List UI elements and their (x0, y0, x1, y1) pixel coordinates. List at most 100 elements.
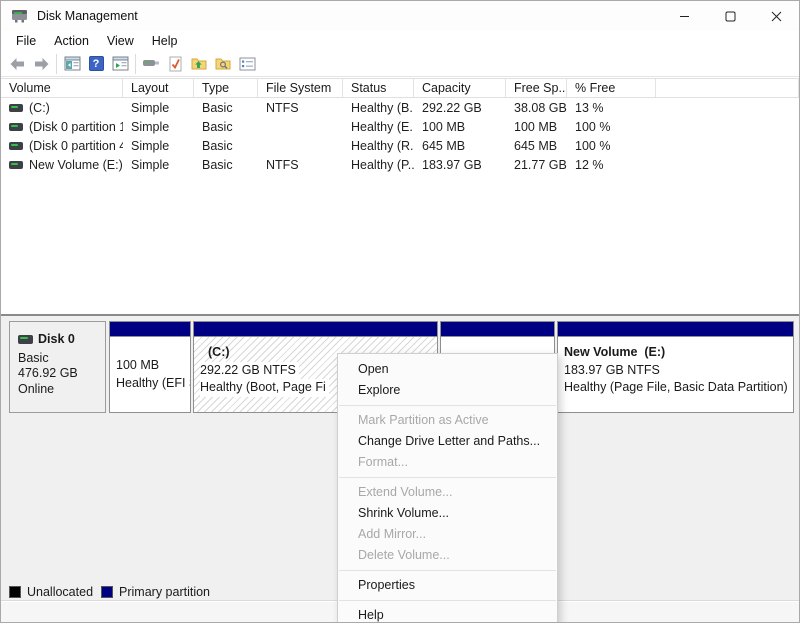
folder-search-button[interactable] (211, 53, 235, 75)
cell-pct_free: 100 % (567, 139, 656, 153)
maximize-button[interactable] (707, 1, 753, 31)
back-button[interactable] (5, 53, 29, 75)
show-action-pane-button[interactable] (108, 53, 132, 75)
volume-icon (9, 123, 23, 131)
cell-status: Healthy (P... (343, 158, 414, 172)
disk-status: Online (18, 382, 101, 398)
app-icon (11, 9, 29, 23)
close-button[interactable] (753, 1, 799, 31)
minimize-icon (679, 11, 690, 22)
menu-separator (339, 405, 556, 406)
legend-label: Primary partition (119, 585, 210, 599)
column-header-layout[interactable]: Layout (123, 79, 194, 97)
menubar-item-action[interactable]: Action (45, 32, 98, 50)
check-disk-button[interactable] (163, 53, 187, 75)
cell-status: Healthy (E... (343, 120, 414, 134)
partition-color-strip (110, 322, 190, 337)
column-header-free-sp-[interactable]: Free Sp... (506, 79, 567, 97)
partition-color-strip (194, 322, 437, 337)
cell-file_system: NTFS (258, 158, 343, 172)
column-header-type[interactable]: Type (194, 79, 258, 97)
help-button[interactable]: ? (84, 53, 108, 75)
partition-color-strip (441, 322, 554, 337)
partition-color-strip (558, 322, 793, 337)
context-menu-item-properties[interactable]: Properties (338, 575, 557, 596)
cell-volume: New Volume (E:) (1, 158, 123, 172)
cell-layout: Simple (123, 120, 194, 134)
context-menu: OpenExploreMark Partition as ActiveChang… (337, 353, 558, 623)
properties-list-icon (239, 57, 256, 71)
forward-button[interactable] (29, 53, 53, 75)
column-header-volume[interactable]: Volume (1, 79, 123, 97)
table-row[interactable]: New Volume (E:)SimpleBasicNTFSHealthy (P… (1, 155, 799, 174)
column-header-file-system[interactable]: File System (258, 79, 343, 97)
partition-body: 100 MBHealthy (EFI Sy (110, 337, 190, 412)
show-console-tree-button[interactable] (60, 53, 84, 75)
volume-list-header: VolumeLayoutTypeFile SystemStatusCapacit… (1, 78, 799, 98)
menu-separator (339, 570, 556, 571)
column-header-blank[interactable] (656, 79, 799, 97)
cell-pct_free: 13 % (567, 101, 656, 115)
context-menu-item-add-mirror: Add Mirror... (338, 524, 557, 545)
menubar-item-help[interactable]: Help (143, 32, 187, 50)
disk-management-window: Disk Management FileActionViewHelp (0, 0, 800, 623)
disk-title: Disk 0 (18, 332, 101, 348)
cell-pct_free: 12 % (567, 158, 656, 172)
context-menu-item-shrink-volume[interactable]: Shrink Volume... (338, 503, 557, 524)
volume-label: (C:) (29, 101, 50, 115)
column-header-capacity[interactable]: Capacity (414, 79, 506, 97)
partition-size: 100 MB (116, 357, 188, 375)
volume-label: (Disk 0 partition 1) (29, 120, 123, 134)
partition-status: Healthy (Page File, Basic Data Partition… (564, 379, 791, 397)
legend-label: Unallocated (27, 585, 93, 599)
table-row[interactable]: (Disk 0 partition 1)SimpleBasic Healthy (… (1, 117, 799, 136)
legend-swatch (101, 586, 113, 598)
cell-free_space: 645 MB (506, 139, 567, 153)
disk-size: 476.92 GB (18, 366, 101, 382)
cell-volume: (Disk 0 partition 4) (1, 139, 123, 153)
volume-icon (9, 142, 23, 150)
maximize-icon (725, 11, 736, 22)
volume-label: New Volume (E:) (29, 158, 123, 172)
partition-status: Healthy (EFI Sy (116, 375, 188, 393)
minimize-button[interactable] (661, 1, 707, 31)
volume-label: (Disk 0 partition 4) (29, 139, 123, 153)
folder-up-button[interactable] (187, 53, 211, 75)
legend-item-primary-partition: Primary partition (101, 585, 210, 599)
cell-capacity: 645 MB (414, 139, 506, 153)
close-icon (771, 11, 782, 22)
help-icon: ? (89, 56, 104, 71)
partition-block-0[interactable]: 100 MBHealthy (EFI Sy (109, 321, 191, 413)
column-header-%-free[interactable]: % Free (567, 79, 656, 97)
disk-0-header[interactable]: Disk 0 Basic 476.92 GB Online (9, 321, 106, 413)
table-row[interactable]: (Disk 0 partition 4)SimpleBasicHealthy (… (1, 136, 799, 155)
properties-list-button[interactable] (235, 53, 259, 75)
toolbar: ? (1, 51, 799, 77)
menubar-item-file[interactable]: File (7, 32, 45, 50)
context-menu-item-help[interactable]: Help (338, 605, 557, 623)
folder-up-icon (191, 56, 208, 71)
cell-capacity: 292.22 GB (414, 101, 506, 115)
cell-free_space: 38.08 GB (506, 101, 567, 115)
device-button[interactable] (139, 53, 163, 75)
cell-layout: Simple (123, 101, 194, 115)
menu-separator (339, 477, 556, 478)
cell-free_space: 21.77 GB (506, 158, 567, 172)
console-tree-icon (64, 56, 81, 71)
partition-body: New Volume (E:)183.97 GB NTFSHealthy (Pa… (558, 337, 793, 412)
cell-capacity: 100 MB (414, 120, 506, 134)
column-header-status[interactable]: Status (343, 79, 414, 97)
partition-new-volume-e-[interactable]: New Volume (E:)183.97 GB NTFSHealthy (Pa… (557, 321, 794, 413)
table-row[interactable]: (C:)SimpleBasicNTFSHealthy (B...292.22 G… (1, 98, 799, 117)
cell-type: Basic (194, 120, 258, 134)
disk-icon (18, 335, 33, 344)
context-menu-item-explore[interactable]: Explore (338, 380, 557, 401)
disk-type: Basic (18, 351, 101, 367)
menu-bar: FileActionViewHelp (1, 31, 799, 51)
device-icon (142, 57, 160, 70)
cell-layout: Simple (123, 158, 194, 172)
menubar-item-view[interactable]: View (98, 32, 143, 50)
context-menu-item-change-drive-letter-and-paths[interactable]: Change Drive Letter and Paths... (338, 431, 557, 452)
legend-item-unallocated: Unallocated (9, 585, 93, 599)
context-menu-item-open[interactable]: Open (338, 359, 557, 380)
